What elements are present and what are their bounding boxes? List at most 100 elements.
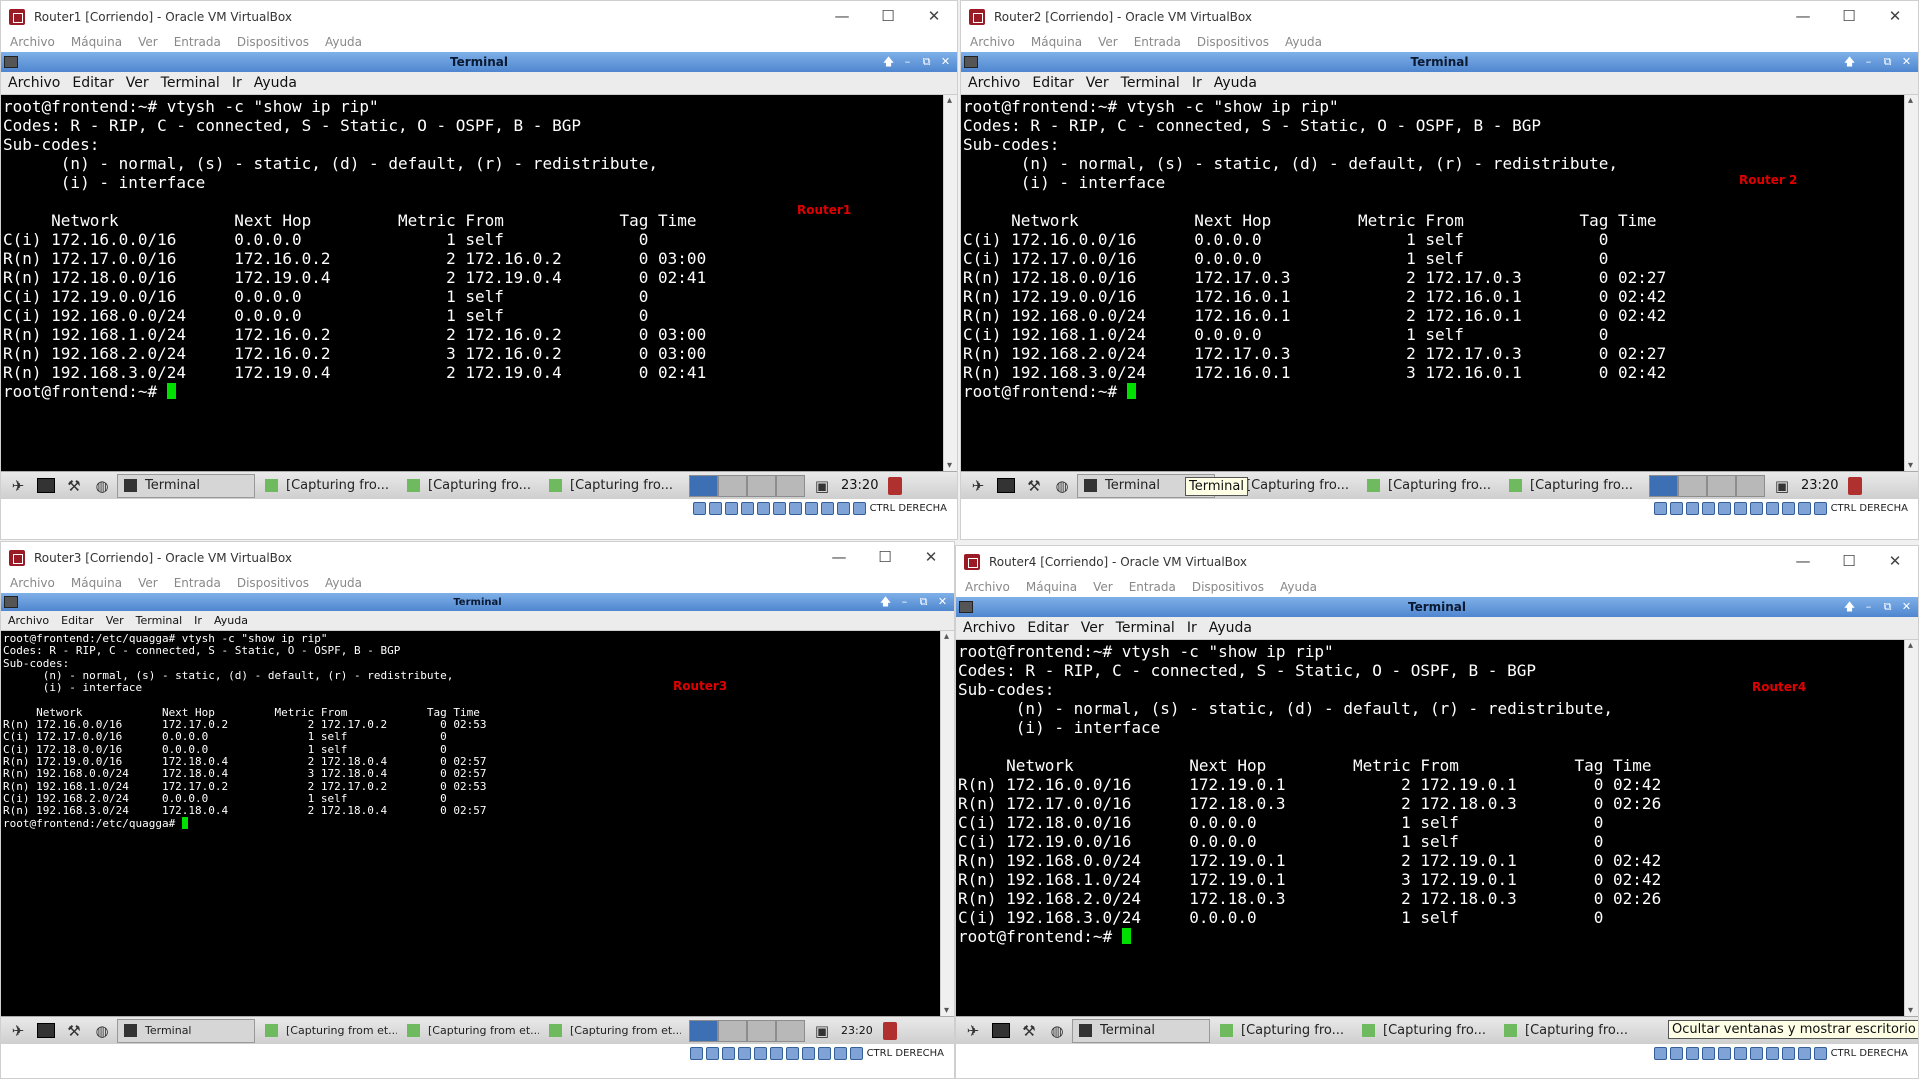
workspace-pager[interactable] — [689, 1019, 805, 1042]
vbox-menu-archivo[interactable]: Archivo — [10, 35, 55, 49]
taskbar-item-capturing[interactable]: [Capturing fro... — [1503, 474, 1641, 498]
close-button[interactable]: ✕ — [1872, 1, 1918, 32]
display-icon[interactable] — [788, 501, 802, 515]
mouse-icon[interactable] — [833, 1046, 847, 1060]
term-menu-ayuda[interactable]: Ayuda — [254, 75, 297, 91]
menu-bird-icon[interactable]: ✈ — [967, 476, 989, 496]
vm-window-router2[interactable]: Router2 [Corriendo] - Oracle VM VirtualB… — [960, 0, 1919, 540]
panel-clock[interactable]: 23:20 — [841, 1024, 873, 1037]
hdd-icon[interactable] — [692, 501, 706, 515]
mouse-icon[interactable] — [1797, 501, 1811, 515]
vbox-menu-entrada[interactable]: Entrada — [174, 35, 221, 49]
maximize-button[interactable]: ☐ — [865, 1, 911, 32]
hdd-icon[interactable] — [1653, 501, 1667, 515]
recording-icon[interactable] — [801, 1046, 815, 1060]
mouse-icon[interactable] — [836, 501, 850, 515]
vbox-menu-maquina[interactable]: Máquina — [1026, 580, 1077, 594]
vbox-menu-archivo[interactable]: Archivo — [10, 576, 55, 590]
optical-icon[interactable] — [1669, 1046, 1683, 1060]
taskbar-item-capturing[interactable]: [Capturing fro... — [401, 474, 539, 498]
workspace-4[interactable] — [1736, 474, 1765, 497]
network-icon[interactable] — [737, 1046, 751, 1060]
menu-bird-icon[interactable]: ✈ — [962, 1021, 984, 1041]
maximize-icon[interactable]: ⧉ — [914, 592, 933, 612]
minimize-icon[interactable]: – — [1859, 52, 1878, 72]
term-menu-editar[interactable]: Editar — [1027, 620, 1068, 636]
terminal-titlebar[interactable]: Terminal 🡅 – ⧉ ✕ — [1, 593, 954, 611]
vbox-menu-ver[interactable]: Ver — [1098, 35, 1118, 49]
show-desktop-icon[interactable]: ▣ — [811, 476, 833, 496]
audio-icon[interactable] — [1685, 501, 1699, 515]
optical-icon[interactable] — [1669, 501, 1683, 515]
close-icon[interactable]: ✕ — [1897, 52, 1916, 72]
launcher-browser-icon[interactable]: ◍ — [91, 1021, 113, 1041]
launcher-tools-icon[interactable]: ⚒ — [63, 1021, 85, 1041]
cpu-icon[interactable] — [1781, 1046, 1795, 1060]
network-icon[interactable] — [1701, 1046, 1715, 1060]
terminal-window-icon[interactable] — [964, 56, 978, 68]
vbox-menu-maquina[interactable]: Máquina — [71, 576, 122, 590]
vm-window-router1[interactable]: Router1 [Corriendo] - Oracle VM VirtualB… — [0, 0, 958, 540]
workspace-pager[interactable] — [1649, 474, 1765, 497]
minimize-icon[interactable]: – — [1859, 597, 1878, 617]
launcher-tools-icon[interactable]: ⚒ — [1023, 476, 1045, 496]
term-menu-terminal[interactable]: Terminal — [161, 75, 220, 91]
term-menu-ir[interactable]: Ir — [194, 614, 202, 627]
power-icon[interactable] — [882, 1021, 897, 1040]
panel-clock[interactable]: 23:20 — [841, 478, 878, 493]
recording-icon[interactable] — [1765, 501, 1779, 515]
network-icon[interactable] — [740, 501, 754, 515]
menu-bird-icon[interactable]: ✈ — [7, 476, 29, 496]
term-menu-ir[interactable]: Ir — [1187, 620, 1197, 636]
term-menu-terminal[interactable]: Terminal — [1116, 620, 1175, 636]
audio-icon[interactable] — [724, 501, 738, 515]
cpu-icon[interactable] — [1781, 501, 1795, 515]
term-menu-ayuda[interactable]: Ayuda — [214, 614, 248, 627]
vm-titlebar[interactable]: Router3 [Corriendo] - Oracle VM VirtualB… — [1, 542, 954, 573]
term-menu-ver[interactable]: Ver — [1081, 620, 1104, 636]
vbox-menu-maquina[interactable]: Máquina — [1031, 35, 1082, 49]
term-menu-ir[interactable]: Ir — [1192, 75, 1202, 91]
display-icon[interactable] — [785, 1046, 799, 1060]
term-menu-ver[interactable]: Ver — [126, 75, 149, 91]
shared-folder-icon[interactable] — [772, 501, 786, 515]
term-menu-ver[interactable]: Ver — [106, 614, 124, 627]
term-menu-terminal[interactable]: Terminal — [136, 614, 183, 627]
recording-icon[interactable] — [804, 501, 818, 515]
launcher-tools-icon[interactable]: ⚒ — [63, 476, 85, 496]
recording-icon[interactable] — [1765, 1046, 1779, 1060]
optical-icon[interactable] — [708, 501, 722, 515]
taskbar-item-capturing[interactable]: [Capturing fro... — [543, 474, 681, 498]
term-menu-editar[interactable]: Editar — [61, 614, 94, 627]
power-icon[interactable] — [1848, 476, 1863, 495]
taskbar-item-capturing[interactable]: [Capturing from et... — [401, 1019, 539, 1043]
close-icon[interactable]: ✕ — [1897, 597, 1916, 617]
term-menu-editar[interactable]: Editar — [1032, 75, 1073, 91]
workspace-4[interactable] — [776, 1019, 805, 1042]
panel-clock[interactable]: 23:20 — [1801, 478, 1838, 493]
menu-bird-icon[interactable]: ✈ — [7, 1021, 29, 1041]
vbox-menu-ayuda[interactable]: Ayuda — [325, 35, 362, 49]
usb-icon[interactable] — [1717, 501, 1731, 515]
workspace-2[interactable] — [718, 1019, 747, 1042]
launcher-terminal-icon[interactable] — [995, 476, 1017, 496]
terminal-window-icon[interactable] — [4, 596, 18, 608]
term-menu-ayuda[interactable]: Ayuda — [1209, 620, 1252, 636]
network-icon[interactable] — [1701, 501, 1715, 515]
workspace-1[interactable] — [689, 474, 718, 497]
minimize-button[interactable]: — — [1780, 1, 1826, 32]
term-menu-ayuda[interactable]: Ayuda — [1214, 75, 1257, 91]
launcher-terminal-icon[interactable] — [35, 476, 57, 496]
terminal-titlebar[interactable]: Terminal 🡅 – ⧉ ✕ — [1, 52, 957, 72]
vbox-menu-dispositivos[interactable]: Dispositivos — [237, 35, 309, 49]
workspace-1[interactable] — [1649, 474, 1678, 497]
terminal-window-icon[interactable] — [4, 56, 18, 68]
display-icon[interactable] — [1749, 1046, 1763, 1060]
taskbar-item-capturing[interactable]: [Capturing fro... — [1356, 1019, 1494, 1043]
vbox-menu-ayuda[interactable]: Ayuda — [1280, 580, 1317, 594]
shared-folder-icon[interactable] — [1733, 1046, 1747, 1060]
launcher-browser-icon[interactable]: ◍ — [91, 476, 113, 496]
keyboard-icon[interactable] — [1813, 1046, 1827, 1060]
term-menu-archivo[interactable]: Archivo — [968, 75, 1020, 91]
terminal-area[interactable]: root@frontend:~# vtysh -c "show ip rip" … — [961, 95, 1918, 471]
